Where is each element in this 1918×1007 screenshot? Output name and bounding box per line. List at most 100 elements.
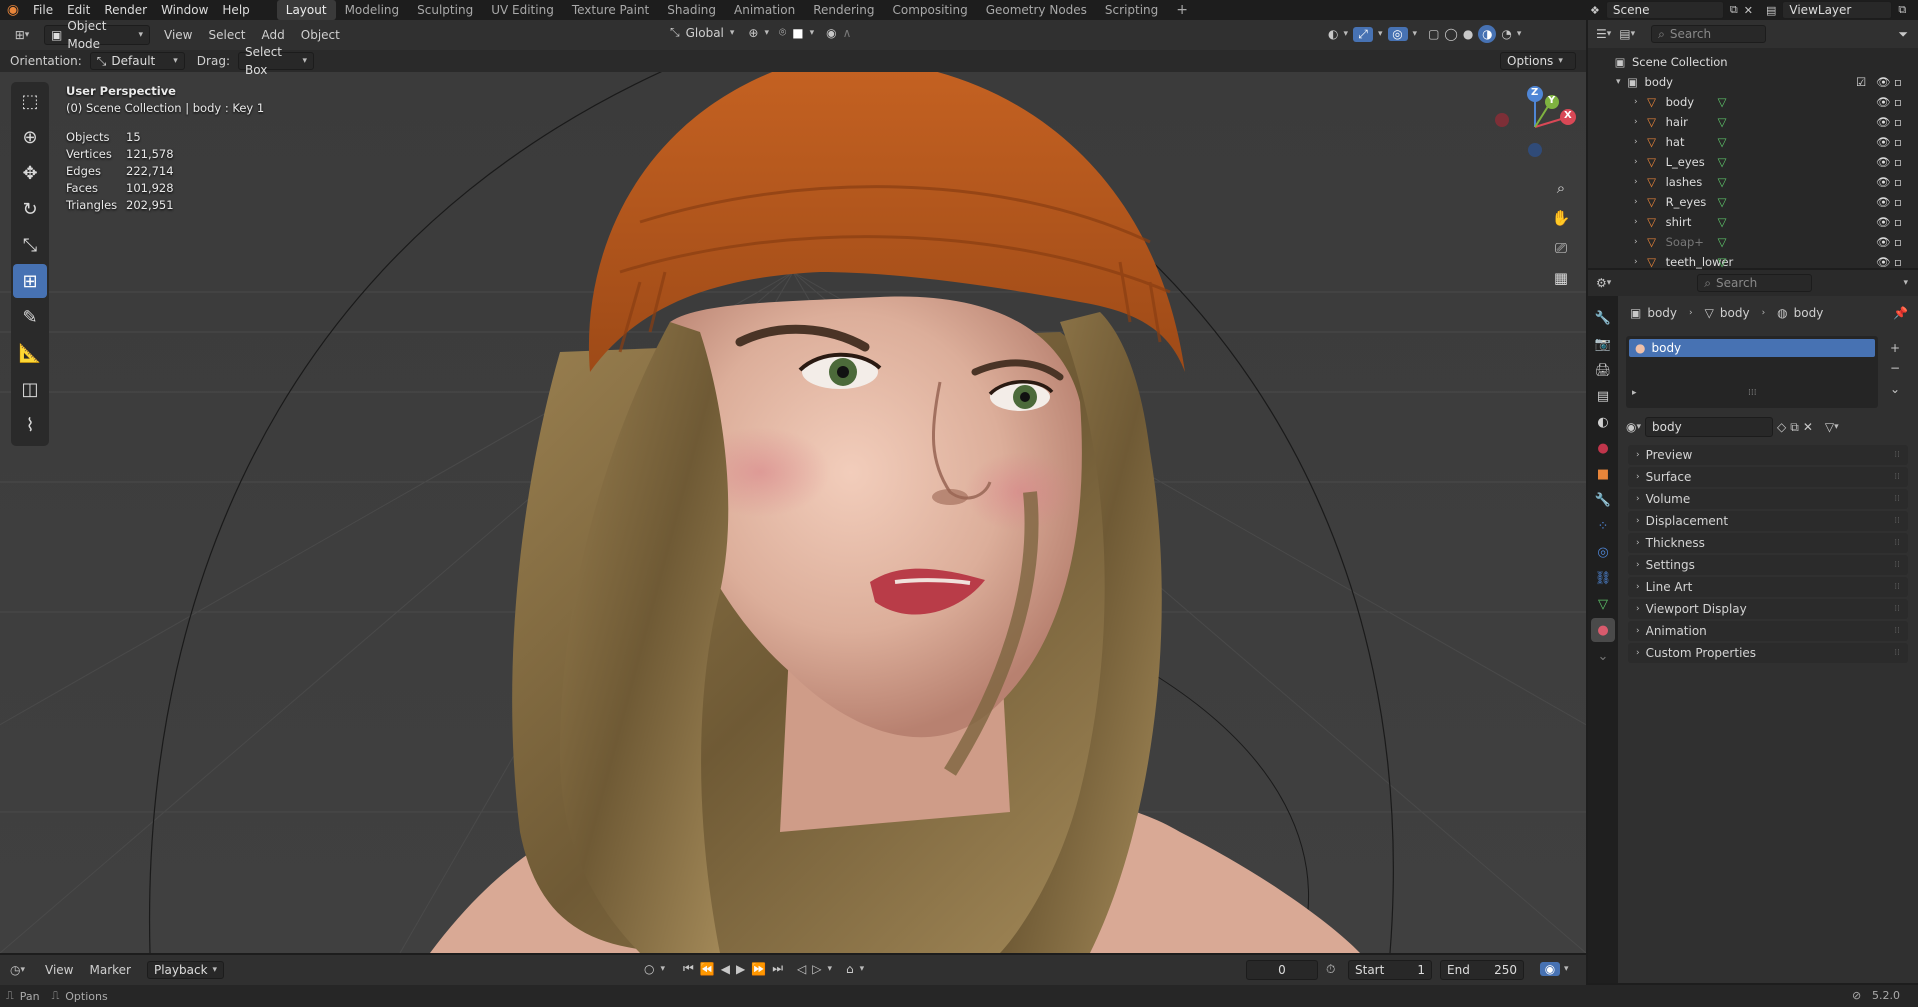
physics-tab-icon[interactable]: ◎ <box>1591 540 1615 564</box>
add-cube-icon[interactable]: ◫ <box>13 372 47 406</box>
tab-uv-editing[interactable]: UV Editing <box>482 0 563 20</box>
cursor-icon[interactable]: ⊕ <box>13 120 47 154</box>
render-camera-icon[interactable]: ▫ <box>1894 195 1902 209</box>
dropdown-chevron-icon[interactable]: ▾ <box>1903 278 1908 288</box>
eye-icon[interactable]: 👁 <box>1876 215 1891 229</box>
material-tab-icon[interactable]: ● <box>1591 618 1615 642</box>
pan-hand-icon[interactable]: ✋ <box>1547 204 1575 232</box>
navigation-gizmo[interactable]: Z X Y <box>1490 82 1580 172</box>
menu-help[interactable]: Help <box>215 0 256 20</box>
transform-orientation[interactable]: Global <box>686 26 724 40</box>
panel-custom-properties[interactable]: › Custom Properties ⁞⁞ <box>1628 643 1908 663</box>
drag-handle-icon[interactable]: ⁞⁞ <box>1894 560 1900 570</box>
add-slot-icon[interactable]: + <box>1884 338 1906 358</box>
mesh-data-icon[interactable]: ▽ <box>1718 135 1727 149</box>
panel-surface[interactable]: › Surface ⁞⁞ <box>1628 467 1908 487</box>
tool-tab-icon[interactable]: 🔧 <box>1591 306 1615 330</box>
end-frame-field[interactable]: End 250 <box>1440 960 1524 980</box>
viewlayer-name-field[interactable]: ViewLayer <box>1782 1 1893 19</box>
output-tab-icon[interactable]: 🖨 <box>1591 358 1615 382</box>
panel-settings[interactable]: › Settings ⁞⁞ <box>1628 555 1908 575</box>
expand-chevron-icon[interactable]: › <box>1634 217 1638 227</box>
panel-thickness[interactable]: › Thickness ⁞⁞ <box>1628 533 1908 553</box>
outliner-row-collection-body[interactable]: ▾ ▣ body ☑ 👁 ▫ <box>1588 72 1918 92</box>
material-shading-icon[interactable]: ◑ <box>1478 25 1497 43</box>
panel-displacement[interactable]: › Displacement ⁞⁞ <box>1628 511 1908 531</box>
panel-volume[interactable]: › Volume ⁞⁞ <box>1628 489 1908 509</box>
drag-handle-icon[interactable]: ⁞⁞ <box>1894 626 1900 636</box>
render-camera-icon[interactable]: ▫ <box>1894 235 1902 249</box>
drag-handle-icon[interactable]: ⁞⁞ <box>1894 538 1900 548</box>
outliner-row-object[interactable]: › ▽ lashes ▽ 👁 ▫ <box>1588 172 1918 192</box>
perspective-toggle-icon[interactable]: ▦ <box>1547 264 1575 292</box>
scene-name-field[interactable]: Scene <box>1605 1 1724 19</box>
properties-editor-icon[interactable]: ⚙ ▾ <box>1596 276 1611 290</box>
proportional-edit-icon[interactable]: ◉ <box>826 26 836 40</box>
drag-handle-icon[interactable]: ⁞⁞ <box>1894 472 1900 482</box>
unlink-material-icon[interactable]: ✕ <box>1803 420 1813 434</box>
measure-icon[interactable]: 📐 <box>13 336 47 370</box>
fake-user-icon[interactable]: ◇ <box>1777 420 1786 434</box>
render-camera-icon[interactable]: ▫ <box>1894 115 1902 129</box>
visibility-icon[interactable]: ◐ <box>1328 27 1338 41</box>
breadcrumb-material[interactable]: body <box>1794 306 1824 320</box>
blender-logo-icon[interactable]: ◉ <box>0 0 26 20</box>
move-icon[interactable]: ✥ <box>13 156 47 190</box>
snap-target-icon[interactable]: ■ <box>792 26 803 40</box>
material-slot-item[interactable]: ● body <box>1629 339 1875 357</box>
eye-icon[interactable]: 👁 <box>1876 195 1891 209</box>
tab-compositing[interactable]: Compositing <box>883 0 976 20</box>
camera-view-icon[interactable]: ⎚ <box>1547 234 1575 262</box>
outliner-row-object[interactable]: › ▽ shirt ▽ 👁 ▫ <box>1588 212 1918 232</box>
outliner-row-scene-collection[interactable]: ▣ Scene Collection <box>1588 52 1918 72</box>
timeline-menu-view[interactable]: View <box>45 963 73 977</box>
drag-handle-icon[interactable]: ⁞⁞ <box>1894 604 1900 614</box>
eye-icon[interactable]: 👁 <box>1876 235 1891 249</box>
stopwatch-icon[interactable]: ⏱ <box>1326 962 1335 977</box>
menu-file[interactable]: File <box>26 0 60 20</box>
viewlayer-selector[interactable]: ▤ ViewLayer ⧉ <box>1766 0 1906 20</box>
jump-keyframe-forward-icon[interactable]: ⏩ <box>751 962 766 976</box>
object-tab-icon[interactable]: ■ <box>1591 462 1615 486</box>
mesh-data-icon[interactable]: ▽ <box>1718 175 1727 189</box>
menu-object[interactable]: Object <box>301 28 340 42</box>
breadcrumb-mesh[interactable]: body <box>1720 306 1750 320</box>
annotate-icon[interactable]: ✎ <box>13 300 47 334</box>
jump-keyframe-back-icon[interactable]: ⏪ <box>700 962 715 976</box>
expand-chevron-icon[interactable]: › <box>1634 197 1638 207</box>
render-camera-icon[interactable]: ▫ <box>1894 135 1902 149</box>
constraints-tab-icon[interactable]: ⛓ <box>1591 566 1615 590</box>
eye-icon[interactable]: 👁 <box>1876 175 1891 189</box>
current-frame-field[interactable]: 0 <box>1246 960 1318 980</box>
tab-layout[interactable]: Layout <box>276 0 336 20</box>
tab-texture-paint[interactable]: Texture Paint <box>563 0 658 20</box>
render-camera-icon[interactable]: ▫ <box>1894 255 1902 269</box>
menu-view[interactable]: View <box>164 28 192 42</box>
tab-scripting[interactable]: Scripting <box>1096 0 1167 20</box>
xray-icon[interactable]: ▢ <box>1428 27 1439 41</box>
expand-chevron-icon[interactable]: › <box>1634 97 1638 107</box>
expand-chevron-icon[interactable]: ▾ <box>1616 77 1621 87</box>
display-mode-icon[interactable]: ▤ ▾ <box>1619 27 1635 41</box>
orientation-dropdown[interactable]: ⤡ Default ▾ <box>89 52 185 70</box>
curve-icon[interactable]: ⌇ <box>13 408 47 442</box>
data-tab-icon[interactable]: ▽ <box>1591 592 1615 616</box>
pin-icon[interactable]: 📌 <box>1893 306 1908 320</box>
render-tab-icon[interactable]: 📷 <box>1591 332 1615 356</box>
scene-selector[interactable]: ❖ Scene ⧉ ✕ <box>1590 0 1753 20</box>
menu-add[interactable]: Add <box>262 28 285 42</box>
outliner-row-object[interactable]: › ▽ teeth_lower ▽ 👁 ▫ <box>1588 252 1918 272</box>
editor-type-icon[interactable]: ⊞ ▾ <box>8 28 36 42</box>
eye-icon[interactable]: 👁 <box>1876 155 1891 169</box>
expand-chevron-icon[interactable]: › <box>1634 117 1638 127</box>
timeline-editor-icon[interactable]: ◷ ▾ <box>10 963 25 977</box>
outliner-row-object[interactable]: › ▽ hair ▽ 👁 ▫ <box>1588 112 1918 132</box>
eye-icon[interactable]: 👁 <box>1876 115 1891 129</box>
drag-handle-icon[interactable]: ⁞⁞ <box>1894 648 1900 658</box>
outliner-row-object[interactable]: › ▽ hat ▽ 👁 ▫ <box>1588 132 1918 152</box>
scene-tab-icon[interactable]: ◐ <box>1591 410 1615 434</box>
material-name-field[interactable]: body <box>1645 417 1774 437</box>
auto-keying-icon[interactable]: ○ <box>644 962 654 976</box>
drag-handle-icon[interactable]: ⁞⁞ <box>1894 582 1900 592</box>
falloff-icon[interactable]: ∧ <box>843 26 852 40</box>
